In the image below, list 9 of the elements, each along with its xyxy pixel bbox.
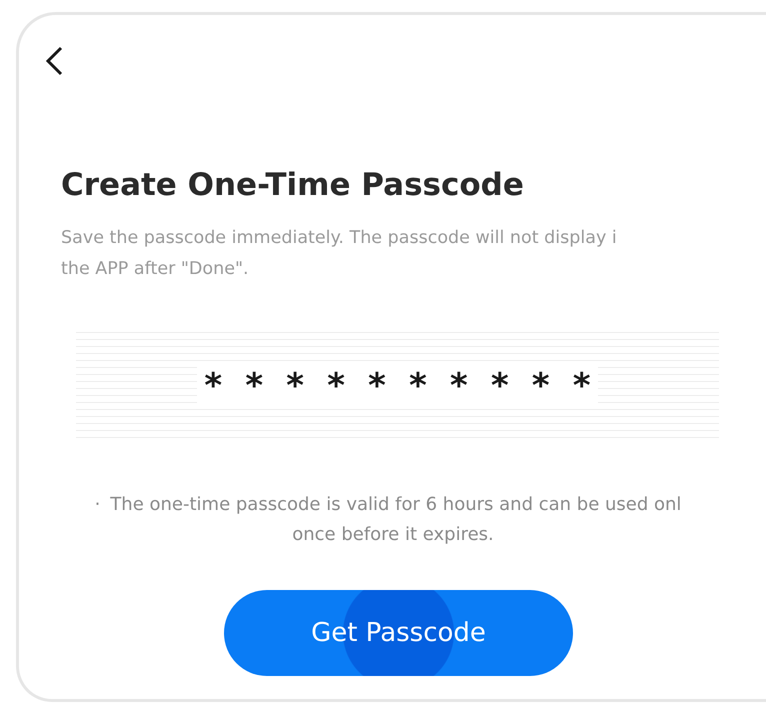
back-icon[interactable] xyxy=(43,45,65,77)
get-passcode-button[interactable]: Get Passcode xyxy=(224,590,573,676)
note-text: The one-time passcode is valid for 6 hours and can be used onl xyxy=(110,493,682,517)
description-text: Save the passcode immediately. The passcode will not display i xyxy=(61,227,617,250)
description-text: the APP after "Done". xyxy=(61,258,249,281)
page-title: Create One-Time Passcode xyxy=(61,166,525,205)
bullet: · xyxy=(94,493,100,517)
masked-passcode: * * * * * * * * * * xyxy=(197,366,598,406)
note-text: once before it expires. xyxy=(292,523,494,547)
